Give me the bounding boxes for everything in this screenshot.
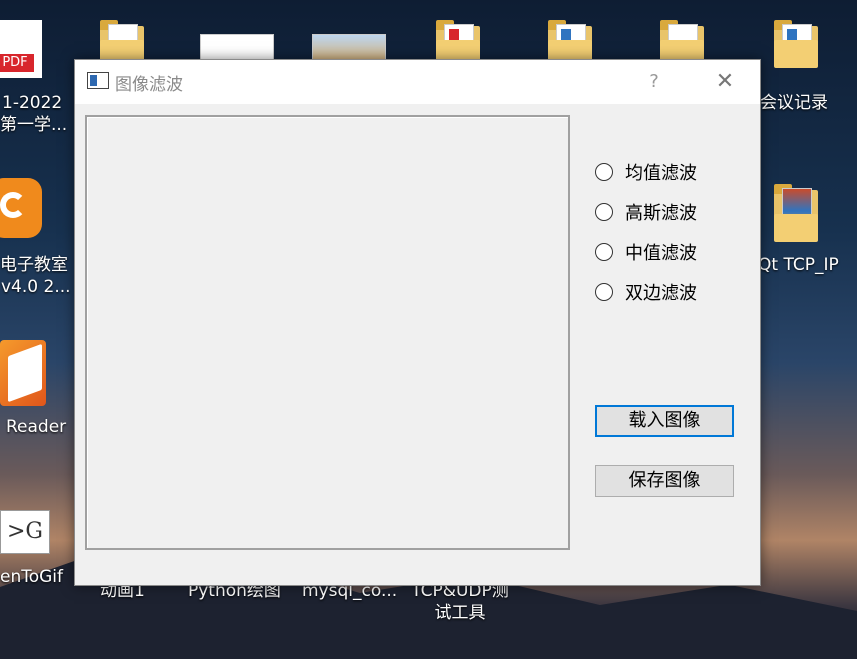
radio-label: 均值滤波 — [625, 163, 697, 184]
radio-label: 双边滤波 — [625, 283, 697, 304]
pdf-icon: PDF — [0, 20, 42, 78]
radio-indicator[interactable] — [595, 163, 613, 181]
image-display-area — [85, 115, 570, 550]
radio-label: 高斯滤波 — [625, 203, 697, 224]
radio-mean-filter[interactable]: 均值滤波 — [595, 152, 697, 192]
pdf-badge: PDF — [0, 54, 34, 72]
radio-bilateral-filter[interactable]: 双边滤波 — [595, 272, 697, 312]
desktop-document-thumbnail[interactable] — [200, 34, 274, 62]
desktop-icon-label: enToGif — [0, 567, 64, 587]
desktop-icon-classroom[interactable]: 电子教室 v4.0 2... — [0, 178, 71, 298]
desktop-icon-label: 会议记录 — [760, 93, 828, 113]
desktop-icon-reader[interactable]: Reader — [0, 340, 70, 438]
screentogif-app-icon: >G — [0, 510, 50, 554]
filter-radio-group: 均值滤波 高斯滤波 中值滤波 双边滤波 — [595, 152, 697, 312]
folder-icon — [774, 184, 818, 242]
desktop-image-thumbnail[interactable] — [312, 34, 386, 62]
folder-icon — [774, 20, 818, 68]
desktop-icon-label: 1-2022 — [2, 93, 63, 113]
desktop-icon-pdf[interactable]: PDF 1-2022 第一学... — [0, 20, 70, 136]
reader-app-icon — [0, 340, 46, 406]
window-app-icon — [87, 72, 109, 89]
desktop-icon-label: 试工具 — [434, 603, 486, 623]
radio-median-filter[interactable]: 中值滤波 — [595, 232, 697, 272]
desktop-icon-screentogif[interactable]: >G enToGif — [0, 510, 70, 588]
desktop-icon-tcp-udp[interactable]: TCP&UDP测 试工具 — [400, 580, 520, 624]
classroom-app-icon — [0, 178, 42, 238]
desktop-icon-label: v4.0 2... — [1, 277, 71, 297]
window-title: 图像滤波 — [115, 75, 183, 95]
radio-indicator[interactable] — [595, 203, 613, 221]
radio-label: 中值滤波 — [625, 243, 697, 264]
desktop-icon-label: Reader — [6, 417, 67, 437]
desktop-icon-meeting-notes[interactable]: 会议记录 — [758, 20, 857, 114]
help-button[interactable]: ? — [639, 68, 669, 96]
radio-indicator[interactable] — [595, 243, 613, 261]
desktop-icon-label: 第一学... — [0, 115, 68, 135]
radio-indicator[interactable] — [595, 283, 613, 301]
gif-badge: >G — [6, 519, 43, 544]
load-image-button[interactable]: 载入图像 — [595, 405, 734, 437]
desktop-icon-label: 电子教室 — [0, 255, 68, 275]
title-bar[interactable]: 图像滤波 ? ✕ — [75, 60, 760, 104]
save-image-button[interactable]: 保存图像 — [595, 465, 734, 497]
image-filter-dialog: 图像滤波 ? ✕ 均值滤波 高斯滤波 中值滤波 双边滤波 载入图像 保存图像 — [74, 59, 761, 586]
desktop-icon-label: Qt TCP_IP — [758, 255, 839, 275]
desktop-icon-qt-tcp[interactable]: Qt TCP_IP — [758, 184, 857, 276]
close-button[interactable]: ✕ — [707, 68, 743, 96]
radio-gaussian-filter[interactable]: 高斯滤波 — [595, 192, 697, 232]
